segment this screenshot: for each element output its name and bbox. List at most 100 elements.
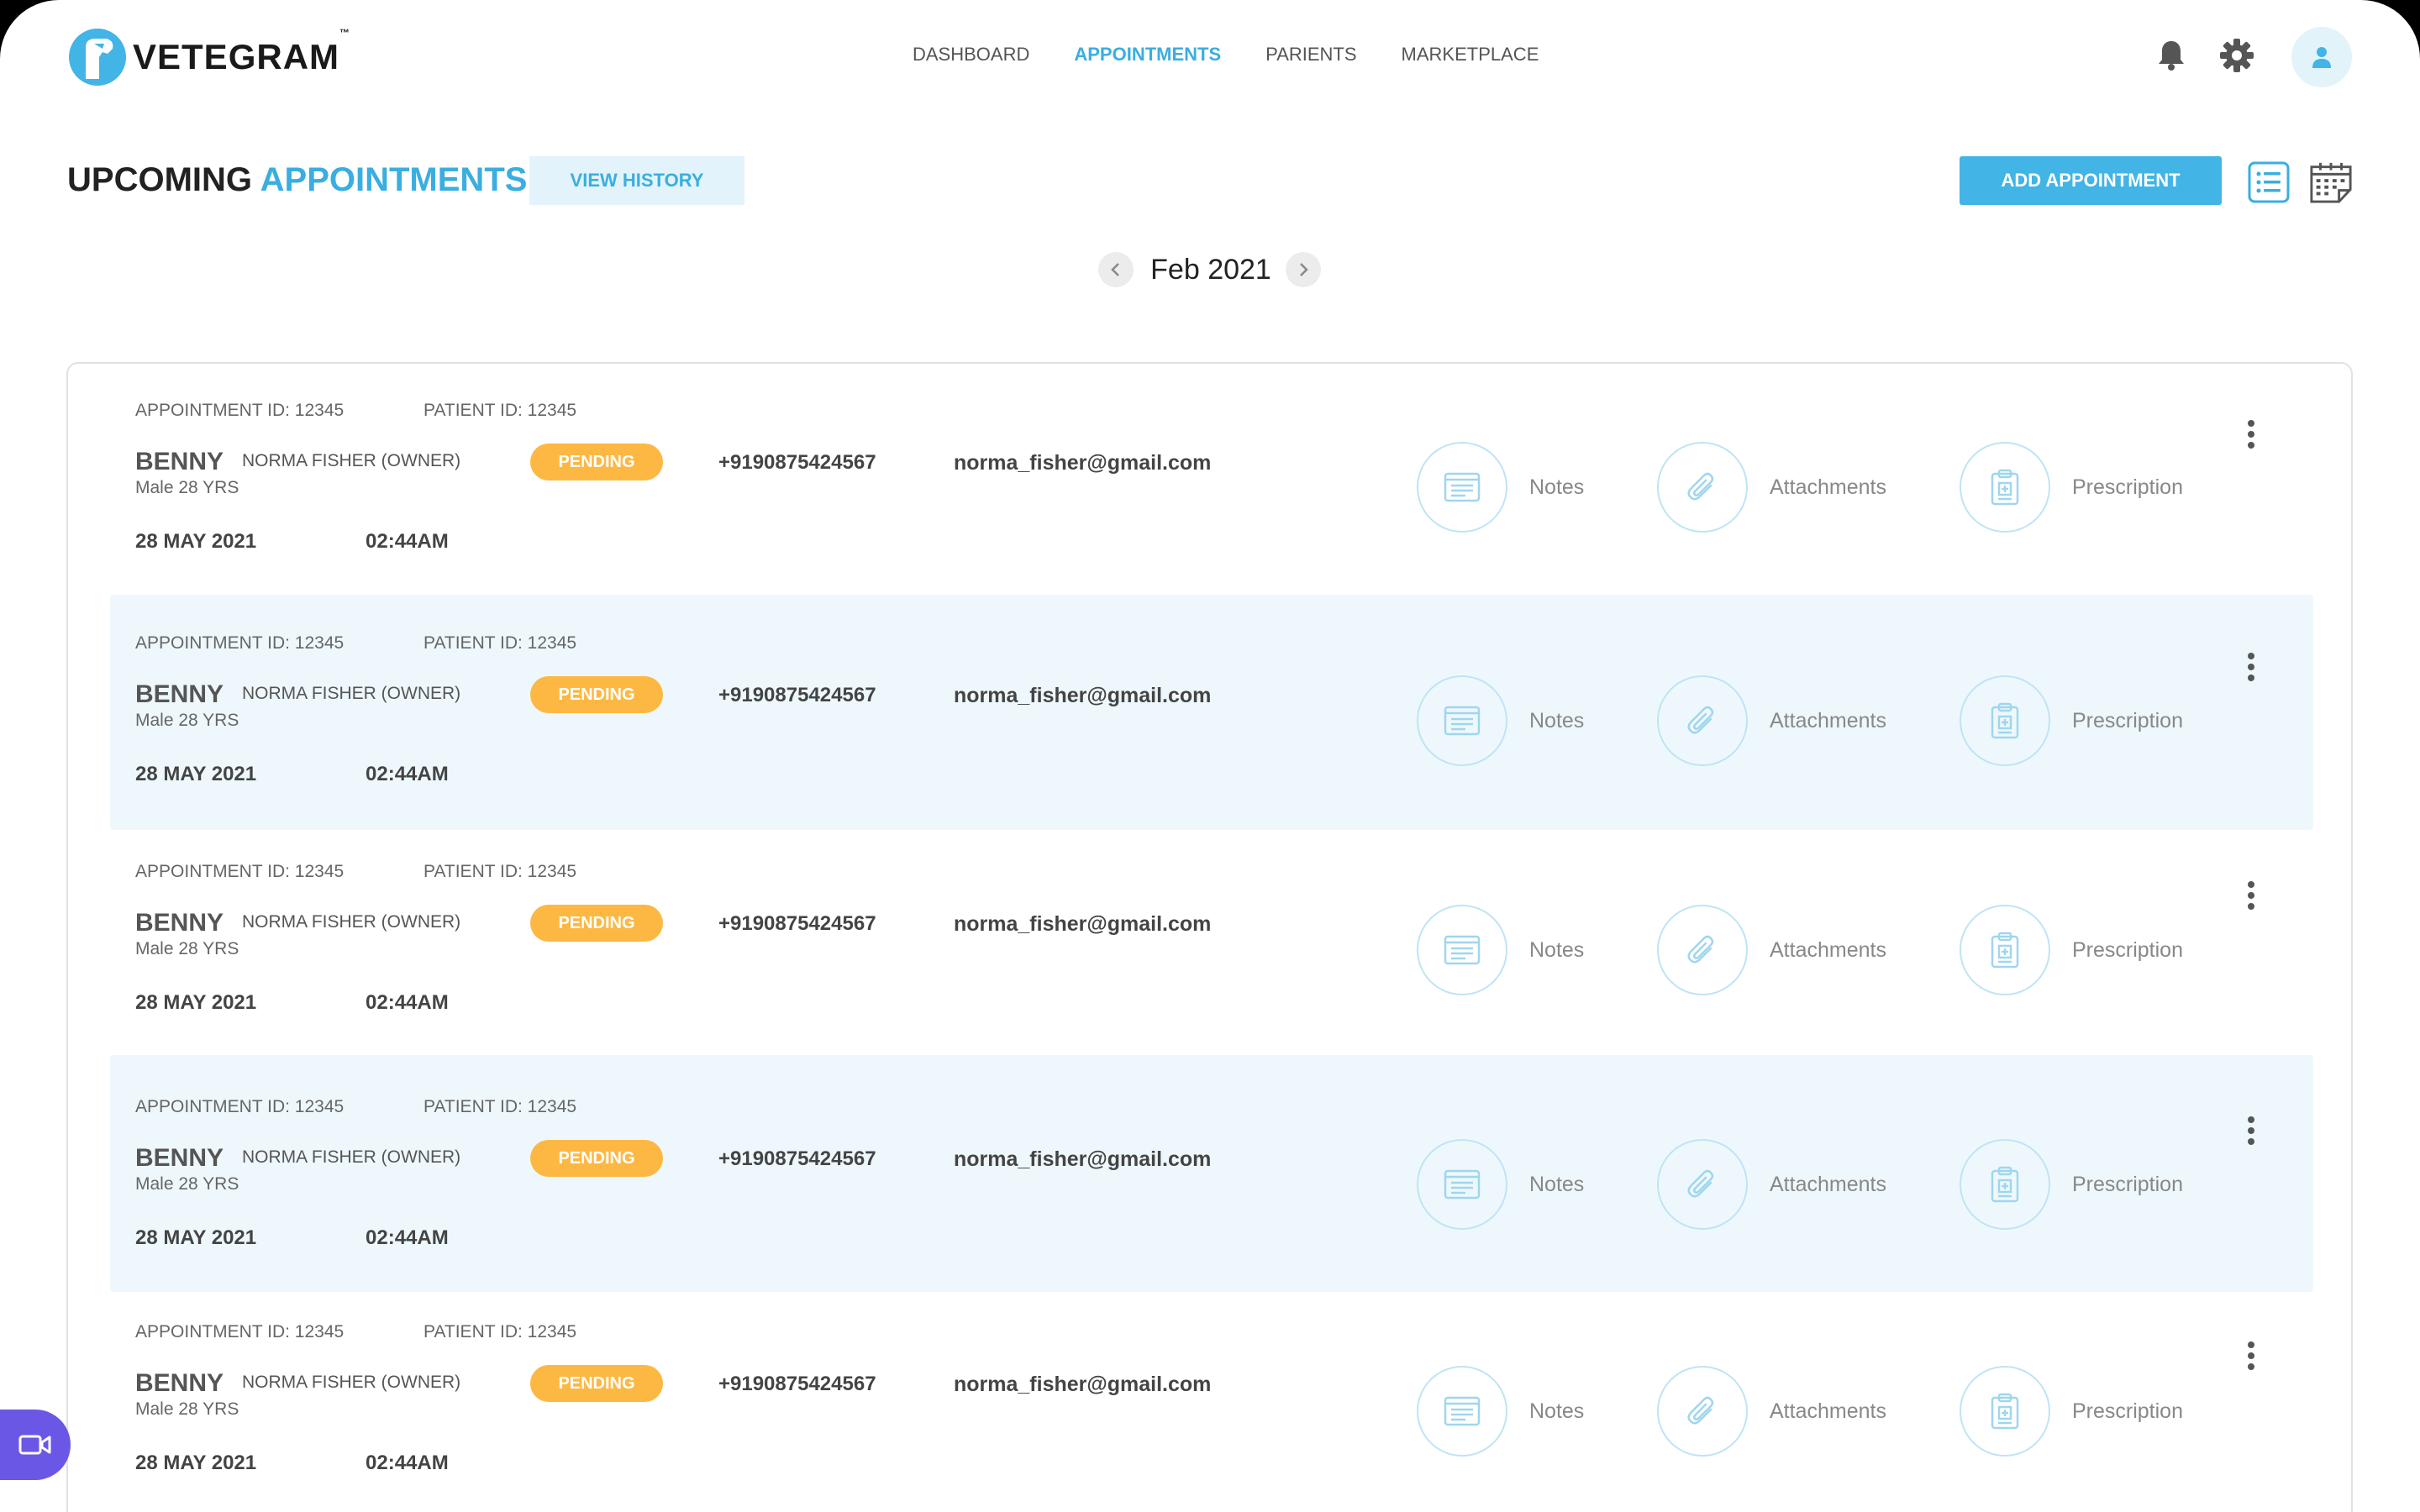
pet-meta: Male 28 YRS (135, 478, 239, 497)
prescription-action[interactable]: Prescription (1960, 905, 2183, 995)
attachments-action[interactable]: Attachments (1657, 905, 1886, 995)
appointment-date: 28 MAY 2021 (135, 763, 257, 785)
patient-id: PATIENT ID: 12345 (424, 1322, 577, 1341)
attachments-action[interactable]: Attachments (1657, 1139, 1886, 1230)
patient-id: PATIENT ID: 12345 (424, 401, 577, 420)
prescription-action[interactable]: Prescription (1960, 1366, 2183, 1457)
attachments-action[interactable]: Attachments (1657, 442, 1886, 533)
status-badge[interactable]: PENDING (530, 1140, 663, 1177)
attachments-label: Attachments (1770, 708, 1886, 732)
email-address[interactable]: norma_fisher@gmail.com (954, 912, 1211, 937)
app-screen: VETEGRAM™ DASHBOARD APPOINTMENTS PARIENT… (0, 0, 2420, 1512)
email-address[interactable]: norma_fisher@gmail.com (954, 1147, 1211, 1172)
email-address[interactable]: norma_fisher@gmail.com (954, 1373, 1211, 1397)
calendar-view-icon[interactable] (2309, 160, 2353, 204)
pet-meta: Male 28 YRS (135, 939, 239, 958)
attachments-label: Attachments (1770, 1172, 1886, 1196)
nav-dashboard[interactable]: DASHBOARD (913, 44, 1029, 66)
phone-number: +9190875424567 (718, 1147, 876, 1170)
attachments-action[interactable]: Attachments (1657, 675, 1886, 766)
notes-icon (1417, 1366, 1507, 1457)
month-next-button[interactable] (1286, 252, 1321, 287)
status-badge[interactable]: PENDING (530, 676, 663, 713)
main-nav: DASHBOARD APPOINTMENTS PARIENTS MARKETPL… (913, 44, 1539, 66)
nav-appointments[interactable]: APPOINTMENTS (1074, 44, 1221, 66)
prescription-label: Prescription (2072, 475, 2183, 499)
notes-action[interactable]: Notes (1417, 1366, 1584, 1457)
view-history-button[interactable]: VIEW HISTORY (529, 156, 744, 205)
attachments-action[interactable]: Attachments (1657, 1366, 1886, 1457)
logo-text: VETEGRAM™ (133, 27, 351, 76)
prescription-label: Prescription (2072, 708, 2183, 732)
notes-label: Notes (1529, 708, 1585, 732)
notes-action[interactable]: Notes (1417, 675, 1584, 766)
prescription-action[interactable]: Prescription (1960, 1139, 2183, 1230)
status-badge[interactable]: PENDING (530, 1365, 663, 1402)
paperclip-icon (1657, 675, 1748, 766)
owner-name: NORMA FISHER (OWNER) (242, 1147, 461, 1167)
pet-name: BENNY (135, 448, 224, 475)
patient-id: PATIENT ID: 12345 (424, 1097, 577, 1116)
status-badge[interactable]: PENDING (530, 905, 663, 942)
appointment-id: APPOINTMENT ID: 12345 (135, 862, 345, 881)
notes-action[interactable]: Notes (1417, 1139, 1584, 1230)
more-options-icon[interactable] (2236, 416, 2266, 453)
list-view-icon[interactable] (2247, 160, 2291, 204)
nav-parients[interactable]: PARIENTS (1265, 44, 1356, 66)
appointment-time: 02:44AM (366, 763, 449, 785)
video-camera-icon (18, 1435, 51, 1455)
notes-icon (1417, 442, 1507, 533)
current-month: Feb 2021 (1150, 254, 1271, 286)
add-appointment-button[interactable]: ADD APPOINTMENT (1960, 156, 2222, 205)
more-options-icon[interactable] (2236, 1112, 2266, 1149)
pet-name: BENNY (135, 909, 224, 937)
owner-name: NORMA FISHER (OWNER) (242, 912, 461, 932)
prescription-icon (1960, 675, 2050, 766)
user-icon (2312, 47, 2331, 68)
prescription-action[interactable]: Prescription (1960, 675, 2183, 766)
video-call-button[interactable] (0, 1410, 71, 1480)
appointment-time: 02:44AM (366, 991, 449, 1014)
appointment-time: 02:44AM (366, 1226, 449, 1249)
notes-icon (1417, 905, 1507, 995)
owner-name: NORMA FISHER (OWNER) (242, 451, 461, 470)
prescription-action[interactable]: Prescription (1960, 442, 2183, 533)
appointment-date: 28 MAY 2021 (135, 1452, 257, 1474)
attachments-label: Attachments (1770, 937, 1886, 962)
appointment-row: APPOINTMENT ID: 12345 PATIENT ID: 12345 … (110, 595, 2313, 830)
status-badge[interactable]: PENDING (530, 444, 663, 480)
appointment-row: APPOINTMENT ID: 12345 PATIENT ID: 12345 … (110, 1292, 2313, 1510)
appointment-row: APPOINTMENT ID: 12345 PATIENT ID: 12345 … (110, 364, 2313, 595)
notes-action[interactable]: Notes (1417, 905, 1584, 995)
patient-id: PATIENT ID: 12345 (424, 633, 577, 653)
gear-icon[interactable] (2218, 37, 2255, 74)
notes-icon (1417, 1139, 1507, 1230)
pet-name: BENNY (135, 1369, 224, 1397)
page-title: UPCOMING APPOINTMENTS (67, 161, 528, 198)
pet-name: BENNY (135, 1144, 224, 1172)
paperclip-icon (1657, 1139, 1748, 1230)
paperclip-icon (1657, 1366, 1748, 1457)
appointment-list: APPOINTMENT ID: 12345 PATIENT ID: 12345 … (66, 362, 2353, 1512)
appointment-id: APPOINTMENT ID: 12345 (135, 401, 345, 420)
attachments-label: Attachments (1770, 475, 1886, 499)
prescription-icon (1960, 1139, 2050, 1230)
paperclip-icon (1657, 905, 1748, 995)
notes-action[interactable]: Notes (1417, 442, 1584, 533)
more-options-icon[interactable] (2236, 1337, 2266, 1374)
more-options-icon[interactable] (2236, 877, 2266, 914)
appointment-row: APPOINTMENT ID: 12345 PATIENT ID: 12345 … (110, 830, 2313, 1063)
notes-label: Notes (1529, 937, 1585, 962)
user-avatar[interactable] (2291, 27, 2352, 87)
vetegram-logo-icon (69, 29, 126, 86)
email-address[interactable]: norma_fisher@gmail.com (954, 684, 1211, 708)
logo[interactable]: VETEGRAM™ (66, 25, 350, 89)
phone-number: +9190875424567 (718, 1373, 876, 1395)
owner-name: NORMA FISHER (OWNER) (242, 1373, 461, 1392)
bell-icon[interactable] (2153, 37, 2190, 74)
more-options-icon[interactable] (2236, 648, 2266, 685)
notes-label: Notes (1529, 1172, 1585, 1196)
appointment-date: 28 MAY 2021 (135, 530, 257, 553)
nav-marketplace[interactable]: MARKETPLACE (1402, 44, 1539, 66)
email-address[interactable]: norma_fisher@gmail.com (954, 451, 1211, 475)
